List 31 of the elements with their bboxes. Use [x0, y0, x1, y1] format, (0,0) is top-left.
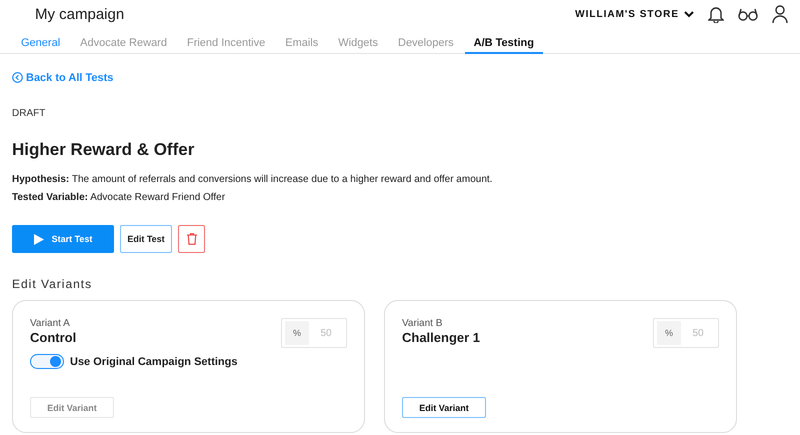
back-link[interactable]: Back to All Tests	[12, 72, 114, 84]
delete-button[interactable]	[178, 225, 205, 253]
variant-name: Challenger 1	[402, 330, 480, 345]
bell-icon[interactable]	[708, 5, 724, 23]
edit-test-button[interactable]: Edit Test	[120, 225, 172, 253]
section-heading: Edit Variants	[12, 277, 94, 291]
variant-name: Control	[30, 330, 76, 345]
variant-label: Variant A	[30, 318, 71, 329]
start-test-button[interactable]: Start Test	[12, 225, 114, 253]
tab[interactable]: Advocate Reward	[71, 33, 176, 54]
tab[interactable]: Developers	[389, 33, 463, 54]
chevron-down-icon	[684, 10, 694, 18]
glasses-icon[interactable]	[738, 7, 758, 21]
test-title: Higher Reward & Offer	[12, 140, 196, 160]
tab[interactable]: Emails	[276, 33, 328, 54]
tab[interactable]: General	[12, 33, 70, 54]
tab[interactable]: A/B Testing	[464, 33, 543, 54]
edit-variant-button[interactable]: Edit Variant	[402, 397, 486, 418]
user-icon[interactable]	[772, 5, 788, 23]
percent-field[interactable]: % 50	[653, 318, 719, 348]
campaign-title: My campaign	[35, 6, 124, 22]
trash-icon	[186, 233, 196, 245]
tab[interactable]: Widgets	[329, 33, 387, 54]
variant-label: Variant B	[402, 318, 444, 329]
hypothesis-text: Hypothesis: The amount of referrals and conversions will increase due to a higher reward and offer amount.	[12, 174, 494, 185]
status-label: DRAFT	[12, 108, 46, 119]
store-dropdown[interactable]: WILLIAM'S STORE	[575, 8, 694, 20]
play-icon	[34, 234, 44, 244]
tab[interactable]: Friend Incentive	[178, 33, 274, 54]
tested-variable-text: Tested Variable: Advocate Reward Friend Offer	[12, 192, 226, 203]
toggle-label: Use Original Campaign Settings	[70, 356, 238, 368]
